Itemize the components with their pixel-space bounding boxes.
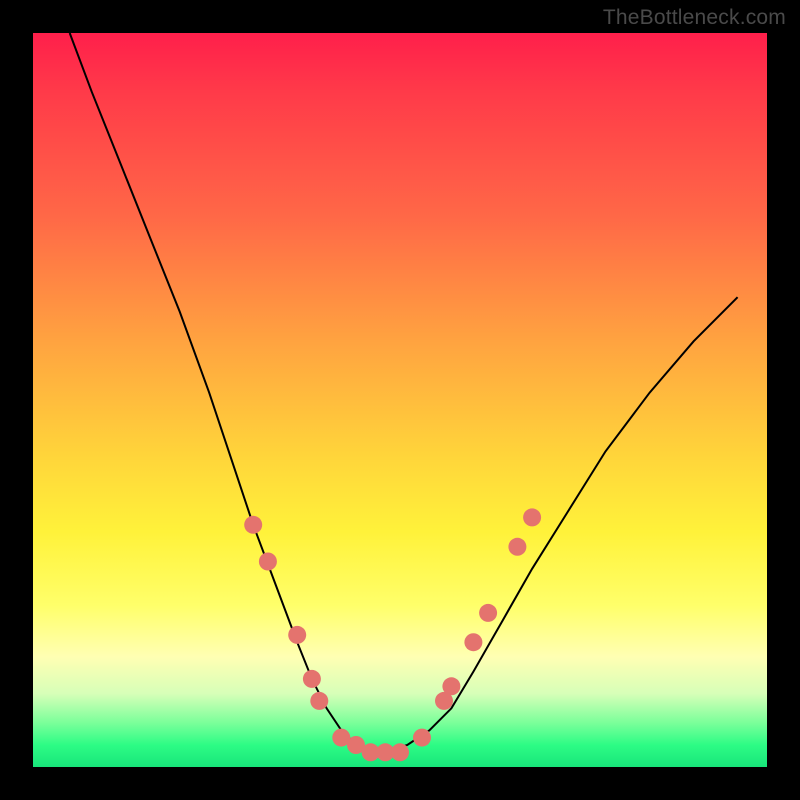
data-marker [259,553,277,571]
data-marker [310,692,328,710]
data-marker [464,633,482,651]
data-marker [391,743,409,761]
marker-group [244,508,541,761]
data-marker [523,508,541,526]
data-marker [413,729,431,747]
plot-area [33,33,767,767]
data-marker [288,626,306,644]
watermark-text: TheBottleneck.com [603,6,786,30]
curve-svg [33,33,767,767]
data-marker [479,604,497,622]
data-marker [303,670,321,688]
data-marker [442,677,460,695]
data-marker [508,538,526,556]
data-marker [244,516,262,534]
bottleneck-curve [70,33,738,752]
chart-stage: TheBottleneck.com [0,0,800,800]
